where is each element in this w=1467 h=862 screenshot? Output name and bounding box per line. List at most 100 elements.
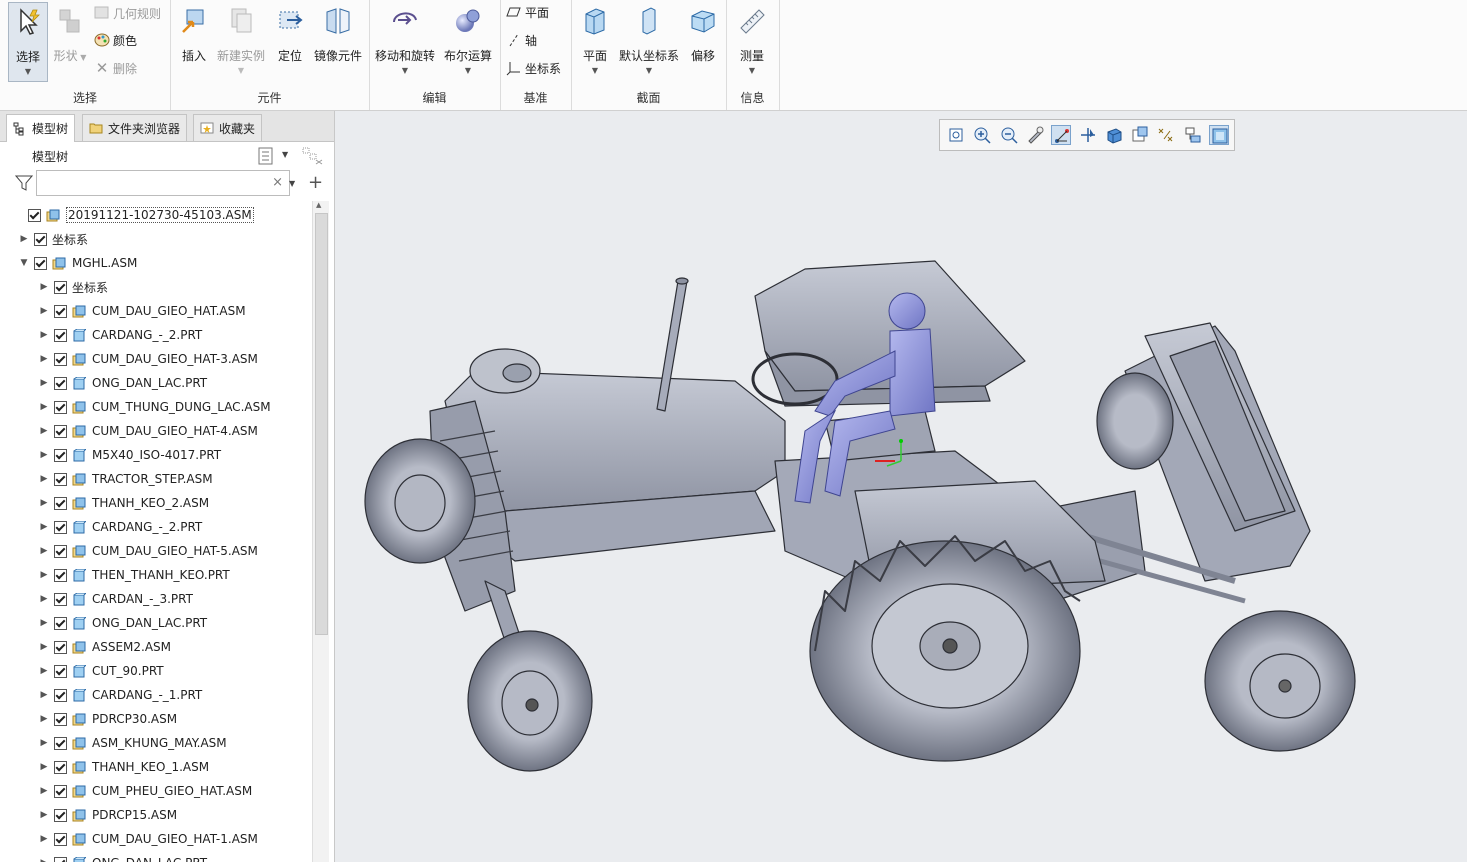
tree-item[interactable]: ▶ CUT_90.PRT [0, 659, 312, 683]
visibility-checkbox[interactable] [54, 496, 67, 510]
expand-arrow-icon[interactable]: ▶ [38, 402, 50, 412]
tree-item[interactable]: ▶ CUM_DAU_GIEO_HAT-1.ASM [0, 827, 312, 851]
graphics-viewport[interactable] [335, 111, 1467, 862]
tree-item[interactable]: ▶ CUM_DAU_GIEO_HAT-3.ASM [0, 347, 312, 371]
expand-arrow-icon[interactable]: ▶ [38, 282, 50, 292]
default-csys-button[interactable]: 默认坐标系 ▼ [617, 2, 681, 80]
tree-item[interactable]: ▶ CUM_PHEU_GIEO_HAT.ASM [0, 779, 312, 803]
expand-arrow-icon[interactable]: ▶ [38, 762, 50, 772]
expand-arrow-icon[interactable]: ▶ [38, 570, 50, 580]
visibility-checkbox[interactable] [54, 448, 67, 462]
datum-csys-button[interactable]: 坐标系 [506, 57, 561, 79]
tree-item[interactable]: ▶ CARDANG_-_1.PRT [0, 683, 312, 707]
visibility-checkbox[interactable] [54, 736, 67, 750]
tree-item[interactable]: ▶ 坐标系 [0, 275, 312, 299]
datum-plane-button[interactable]: 平面 [506, 1, 549, 23]
tractor-model[interactable] [335, 111, 1467, 862]
collapse-arrow-icon[interactable]: ▼ [18, 258, 30, 268]
tree-item[interactable]: ▶ CUM_DAU_GIEO_HAT-5.ASM [0, 539, 312, 563]
tree-item[interactable]: ▶ CARDANG_-_2.PRT [0, 515, 312, 539]
expand-arrow-icon[interactable]: ▶ [38, 786, 50, 796]
tree-item[interactable]: ▶ THANH_KEO_2.ASM [0, 491, 312, 515]
expand-arrow-icon[interactable]: ▶ [38, 738, 50, 748]
visibility-checkbox[interactable] [54, 520, 67, 534]
visibility-checkbox[interactable] [54, 760, 67, 774]
visibility-checkbox[interactable] [54, 376, 67, 390]
visibility-checkbox[interactable] [54, 328, 67, 342]
expand-arrow-icon[interactable]: ▶ [38, 810, 50, 820]
filter-icon[interactable] [15, 174, 33, 192]
visibility-checkbox[interactable] [54, 832, 67, 846]
visibility-checkbox[interactable] [28, 208, 41, 222]
tree-item[interactable]: ▶ THANH_KEO_1.ASM [0, 755, 312, 779]
tree-item[interactable]: ▶ ONG_DAN_LAC.PRT [0, 371, 312, 395]
expand-arrow-icon[interactable]: ▶ [38, 306, 50, 316]
expand-arrow-icon[interactable]: ▶ [38, 690, 50, 700]
tree-item[interactable]: ▶ CARDANG_-_2.PRT [0, 323, 312, 347]
tree-search-input[interactable]: × [36, 170, 290, 196]
visibility-checkbox[interactable] [54, 280, 67, 294]
visibility-checkbox[interactable] [54, 472, 67, 486]
offset-button[interactable]: 偏移 [681, 2, 725, 80]
shape-button[interactable]: 形状 ▼ [48, 2, 92, 80]
new-instance-button[interactable]: 新建实例 ▼ [216, 2, 266, 80]
color-button[interactable]: 颜色 [94, 29, 137, 51]
visibility-checkbox[interactable] [54, 424, 67, 438]
tree-item[interactable]: ▶ CARDAN_-_3.PRT [0, 587, 312, 611]
tree-settings-dropdown-icon[interactable]: ▼ [282, 150, 288, 159]
tree-item[interactable]: ▶ CUM_DAU_GIEO_HAT-4.ASM [0, 419, 312, 443]
visibility-checkbox[interactable] [54, 616, 67, 630]
visibility-checkbox[interactable] [54, 712, 67, 726]
visibility-checkbox[interactable] [54, 400, 67, 414]
scrollbar-thumb[interactable] [315, 213, 328, 635]
visibility-checkbox[interactable] [54, 664, 67, 678]
expand-arrow-icon[interactable]: ▶ [38, 450, 50, 460]
visibility-checkbox[interactable] [34, 232, 47, 246]
expand-arrow-icon[interactable]: ▶ [38, 546, 50, 556]
tree-item[interactable]: 20191121-102730-45103.ASM [0, 203, 312, 227]
expand-arrow-icon[interactable]: ▶ [38, 474, 50, 484]
visibility-checkbox[interactable] [54, 544, 67, 558]
measure-button[interactable]: 测量 ▼ [730, 2, 774, 80]
expand-arrow-icon[interactable]: ▶ [38, 330, 50, 340]
expand-arrow-icon[interactable]: ▶ [38, 858, 50, 862]
tree-filter-display-icon[interactable] [302, 147, 324, 165]
select-button[interactable]: 选择 ▼ [8, 2, 48, 82]
boolean-button[interactable]: 布尔运算 ▼ [441, 2, 495, 80]
visibility-checkbox[interactable] [54, 352, 67, 366]
visibility-checkbox[interactable] [54, 640, 67, 654]
tree-item[interactable]: ▶ ONG_DAN_LAC.PRT [0, 611, 312, 635]
expand-arrow-icon[interactable]: ▶ [38, 666, 50, 676]
expand-arrow-icon[interactable]: ▶ [38, 714, 50, 724]
geometry-rules-button[interactable]: 几何规则 [94, 2, 161, 24]
datum-axis-button[interactable]: 轴 [506, 29, 537, 51]
locate-button[interactable]: 定位 [268, 2, 312, 80]
visibility-checkbox[interactable] [54, 304, 67, 318]
visibility-checkbox[interactable] [54, 856, 67, 862]
tree-item[interactable]: ▶ ASM_KHUNG_MAY.ASM [0, 731, 312, 755]
expand-arrow-icon[interactable]: ▶ [38, 834, 50, 844]
visibility-checkbox[interactable] [54, 592, 67, 606]
tree-item[interactable]: ▶ PDRCP30.ASM [0, 707, 312, 731]
select-dropdown-arrow[interactable]: ▼ [9, 67, 47, 76]
tree-item[interactable]: ▶ TRACTOR_STEP.ASM [0, 467, 312, 491]
expand-arrow-icon[interactable]: ▶ [38, 354, 50, 364]
expand-arrow-icon[interactable]: ▶ [38, 594, 50, 604]
tree-scrollbar[interactable]: ▲ [312, 201, 329, 862]
visibility-checkbox[interactable] [54, 688, 67, 702]
tree-item[interactable]: ▶ ONG_DAN_LAC.PRT [0, 851, 312, 862]
search-dropdown-icon[interactable]: ▼ [289, 179, 295, 188]
mirror-component-button[interactable]: 镜像元件 [312, 2, 364, 80]
tab-model-tree[interactable]: 模型树 [6, 114, 76, 142]
insert-button[interactable]: 插入 [172, 2, 216, 80]
expand-arrow-icon[interactable]: ▶ [38, 426, 50, 436]
tab-favorites[interactable]: 收藏夹 [193, 114, 263, 141]
tree-item[interactable]: ▶ CUM_DAU_GIEO_HAT.ASM [0, 299, 312, 323]
tree-settings-icon[interactable] [258, 147, 274, 165]
visibility-checkbox[interactable] [54, 568, 67, 582]
delete-button[interactable]: ✕ 删除 [94, 57, 137, 79]
tree-item[interactable]: ▶ THEN_THANH_KEO.PRT [0, 563, 312, 587]
visibility-checkbox[interactable] [34, 256, 47, 270]
expand-arrow-icon[interactable]: ▶ [38, 378, 50, 388]
expand-arrow-icon[interactable]: ▶ [38, 522, 50, 532]
